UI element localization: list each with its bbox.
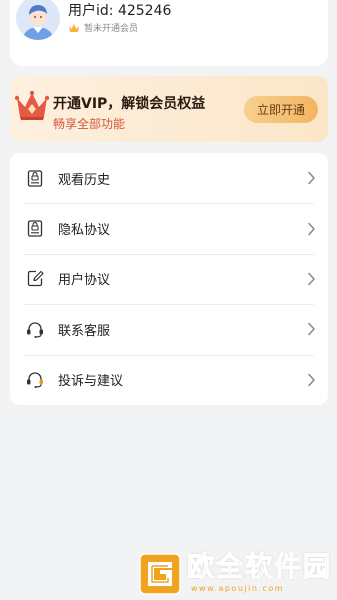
watermark-logo-icon [139,553,181,595]
vip-status-text: 暂未开通会员 [84,24,139,34]
edit-document-icon [26,270,44,288]
menu-item-contact-support[interactable]: 联系客服 [10,304,328,354]
avatar[interactable] [16,0,60,40]
profile-card: 用户id: 425246 暂未开通会员 [10,0,328,66]
watermark: 欧全软件园 www.apoujin.com [137,551,333,597]
vip-crown-icon [14,90,50,120]
activate-vip-button[interactable]: 立即开通 [244,96,318,123]
menu-item-label: 观看历史 [58,172,111,188]
history-icon [26,169,44,187]
menu-item-privacy-policy[interactable]: 隐私协议 [10,203,328,253]
privacy-document-icon [26,220,44,238]
vip-status-row: 暂未开通会员 [68,21,138,34]
vip-banner-subtitle: 畅享全部功能 [53,117,126,131]
chevron-right-icon [308,323,315,336]
menu-item-label: 投诉与建议 [58,374,124,390]
feedback-headset-icon [26,371,44,389]
chevron-right-icon [308,171,315,185]
menu-item-label: 隐私协议 [58,223,111,239]
headset-icon [26,320,44,338]
menu-item-watch-history[interactable]: 观看历史 [10,153,328,203]
menu-item-label: 联系客服 [58,323,111,339]
menu-item-user-agreement[interactable]: 用户协议 [10,253,328,304]
chevron-right-icon [308,272,315,286]
watermark-title: 欧全软件园 [187,552,332,583]
chevron-right-icon [308,373,315,386]
crown-icon [69,23,79,32]
watermark-url: www.apoujin.com [191,584,285,593]
menu-item-complaints-suggestions[interactable]: 投诉与建议 [10,354,328,405]
vip-banner-title: 开通VIP，解锁会员权益 [53,96,206,112]
user-id-text: 用户id: 425246 [68,3,172,19]
chevron-right-icon [308,222,315,235]
settings-menu: 观看历史 隐私协议 用户协议 联系客服 投诉与建议 [10,153,328,405]
menu-item-label: 用户协议 [58,273,111,289]
vip-banner[interactable]: 开通VIP，解锁会员权益 畅享全部功能 立即开通 [10,76,328,142]
